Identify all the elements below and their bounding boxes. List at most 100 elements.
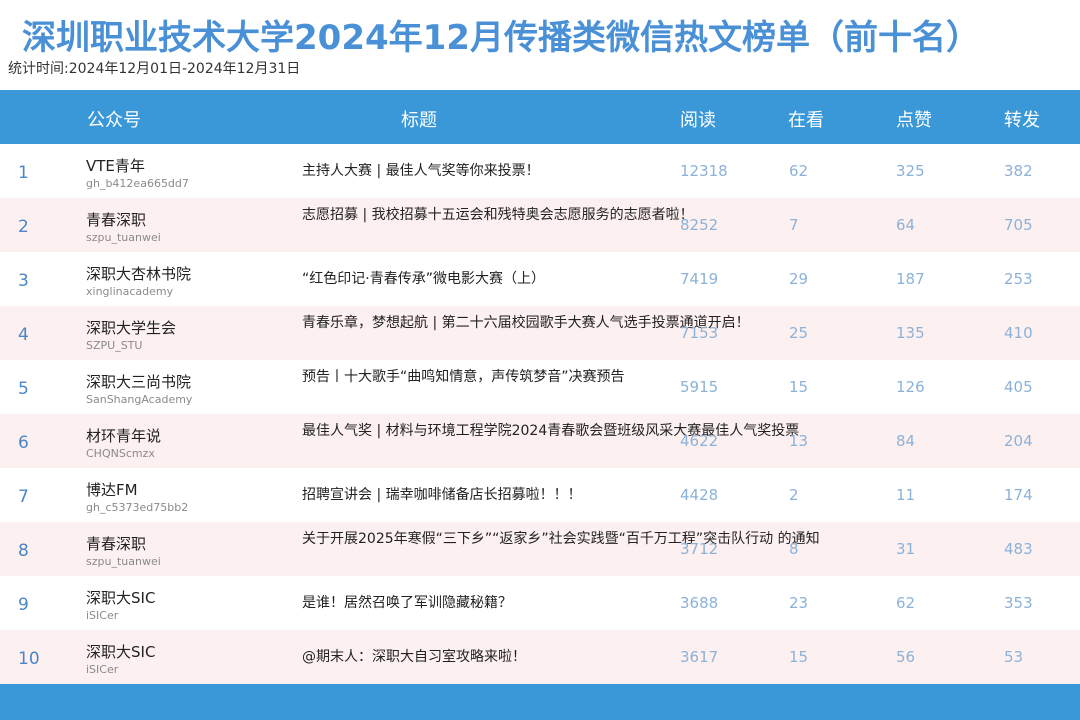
header-shares: 转发 (1004, 110, 1040, 131)
rank-number: 5 (18, 379, 29, 399)
share-count: 174 (1004, 486, 1033, 504)
read-count: 7153 (680, 324, 719, 342)
table-header: 公众号 标题 阅读 在看 点赞 转发 (0, 90, 1080, 144)
article-title[interactable]: “红色印记·青春传承”微电影大赛（上） (302, 269, 652, 289)
table-row[interactable]: 1 VTE青年 gh_b412ea665dd7 主持人大赛 | 最佳人气奖等你来投票！… (0, 144, 1080, 198)
share-count: 253 (1004, 270, 1033, 288)
table-row[interactable]: 6 材环青年说 CHQNScmzx 最佳人气奖 | 材料与环境工程学院2024青春歌会… (0, 414, 1080, 468)
watching-count: 29 (789, 270, 809, 288)
account-id: szpu_tuanwei (86, 231, 161, 244)
rank-number: 1 (18, 163, 29, 183)
read-count: 3617 (680, 648, 719, 666)
account-id: gh_c5373ed75bb2 (86, 501, 189, 514)
account-name: 深职大三尚书院 (86, 373, 192, 391)
share-count: 353 (1004, 594, 1033, 612)
article-title[interactable]: 关于开展2025年寒假“三下乡”“返家乡”社会实践暨“百千万工程”突击队行动 的… (302, 529, 820, 549)
read-count: 4622 (680, 432, 719, 450)
header-account: 公众号 (87, 110, 141, 131)
account-name: 材环青年说 (86, 427, 162, 445)
watching-count: 8 (789, 540, 799, 558)
like-count: 56 (896, 648, 916, 666)
rank-number: 6 (18, 433, 29, 453)
article-title[interactable]: 是谁！居然召唤了军训隐藏秘籍？ (302, 593, 652, 613)
table-row[interactable]: 5 深职大三尚书院 SanShangAcademy 预告丨十大歌手“曲鸣知情意，声传筑… (0, 360, 1080, 414)
share-count: 53 (1004, 648, 1024, 666)
rank-number: 10 (18, 649, 40, 669)
stat-period: 统计时间:2024年12月01日-2024年12月31日 (8, 61, 301, 77)
header-article: 标题 (401, 110, 437, 131)
watching-count: 25 (789, 324, 809, 342)
like-count: 325 (896, 162, 925, 180)
account-name: 博达FM (86, 481, 138, 499)
article-title[interactable]: 招聘宣讲会 | 瑞幸咖啡储备店长招募啦！！！ (302, 485, 652, 505)
like-count: 31 (896, 540, 916, 558)
article-title[interactable]: @期末人：深职大自习室攻略来啦！ (302, 647, 652, 667)
account-id: szpu_tuanwei (86, 555, 161, 568)
rank-number: 8 (18, 541, 29, 561)
read-count: 12318 (680, 162, 728, 180)
account-name: 深职大SIC (86, 643, 156, 661)
article-title[interactable]: 青春乐章，梦想起航 | 第二十六届校园歌手大赛人气选手投票通道开启！ (302, 313, 750, 333)
account-id: SZPU_STU (86, 339, 143, 352)
table-row[interactable]: 10 深职大SIC iSICer @期末人：深职大自习室攻略来啦！ 3617 15 56 53 (0, 630, 1080, 684)
table-row[interactable]: 2 青春深职 szpu_tuanwei 志愿招募 | 我校招募十五运会和残特奥会志愿服… (0, 198, 1080, 252)
table-row[interactable]: 7 博达FM gh_c5373ed75bb2 招聘宣讲会 | 瑞幸咖啡储备店长招募啦！… (0, 468, 1080, 522)
share-count: 705 (1004, 216, 1033, 234)
read-count: 7419 (680, 270, 719, 288)
like-count: 126 (896, 378, 925, 396)
account-id: CHQNScmzx (86, 447, 155, 460)
article-title[interactable]: 预告丨十大歌手“曲鸣知情意，声传筑梦音”决赛预告 (302, 367, 652, 387)
account-id: SanShangAcademy (86, 393, 193, 406)
rank-number: 4 (18, 325, 29, 345)
account-name: 青春深职 (86, 535, 147, 553)
watching-count: 7 (789, 216, 799, 234)
header-likes: 点赞 (896, 110, 932, 131)
account-id: iSICer (86, 609, 119, 622)
header-watching: 在看 (788, 110, 824, 131)
header-reads: 阅读 (680, 110, 716, 131)
like-count: 11 (896, 486, 916, 504)
account-id: iSICer (86, 663, 119, 676)
read-count: 5915 (680, 378, 719, 396)
article-title[interactable]: 最佳人气奖 | 材料与环境工程学院2024青春歌会暨班级风采大赛最佳人气奖投票 (302, 421, 799, 441)
like-count: 62 (896, 594, 916, 612)
like-count: 64 (896, 216, 916, 234)
like-count: 84 (896, 432, 916, 450)
rank-number: 9 (18, 595, 29, 615)
table-row[interactable]: 9 深职大SIC iSICer 是谁！居然召唤了军训隐藏秘籍？ 3688 23 62 353 (0, 576, 1080, 630)
share-count: 204 (1004, 432, 1033, 450)
watching-count: 15 (789, 378, 809, 396)
account-name: 深职大学生会 (86, 319, 177, 337)
like-count: 187 (896, 270, 925, 288)
account-name: 深职大SIC (86, 589, 156, 607)
read-count: 4428 (680, 486, 719, 504)
page-title: 深圳职业技术大学2024年12月传播类微信热文榜单（前十名） (22, 18, 980, 58)
share-count: 483 (1004, 540, 1033, 558)
share-count: 405 (1004, 378, 1033, 396)
account-name: 深职大杏林书院 (86, 265, 192, 283)
footer-bar (0, 684, 1080, 720)
like-count: 135 (896, 324, 925, 342)
read-count: 3712 (680, 540, 719, 558)
watching-count: 23 (789, 594, 809, 612)
rank-number: 7 (18, 487, 29, 507)
rank-number: 2 (18, 217, 29, 237)
table-row[interactable]: 8 青春深职 szpu_tuanwei 关于开展2025年寒假“三下乡”“返家乡”社会… (0, 522, 1080, 576)
share-count: 382 (1004, 162, 1033, 180)
read-count: 3688 (680, 594, 719, 612)
article-title[interactable]: 志愿招募 | 我校招募十五运会和残特奥会志愿服务的志愿者啦！ (302, 205, 694, 225)
account-id: gh_b412ea665dd7 (86, 177, 189, 190)
watching-count: 62 (789, 162, 809, 180)
table-row[interactable]: 3 深职大杏林书院 xinglinacademy “红色印记·青春传承”微电影大赛（上… (0, 252, 1080, 306)
watching-count: 2 (789, 486, 799, 504)
account-name: 青春深职 (86, 211, 147, 229)
article-title[interactable]: 主持人大赛 | 最佳人气奖等你来投票！ (302, 161, 652, 181)
watching-count: 13 (789, 432, 809, 450)
share-count: 410 (1004, 324, 1033, 342)
watching-count: 15 (789, 648, 809, 666)
read-count: 8252 (680, 216, 719, 234)
ranking-table: 公众号 标题 阅读 在看 点赞 转发 1 VTE青年 gh_b412ea665dd7… (0, 90, 1080, 684)
account-name: VTE青年 (86, 157, 145, 175)
table-row[interactable]: 4 深职大学生会 SZPU_STU 青春乐章，梦想起航 | 第二十六届校园歌手大赛人气… (0, 306, 1080, 360)
account-id: xinglinacademy (86, 285, 174, 298)
